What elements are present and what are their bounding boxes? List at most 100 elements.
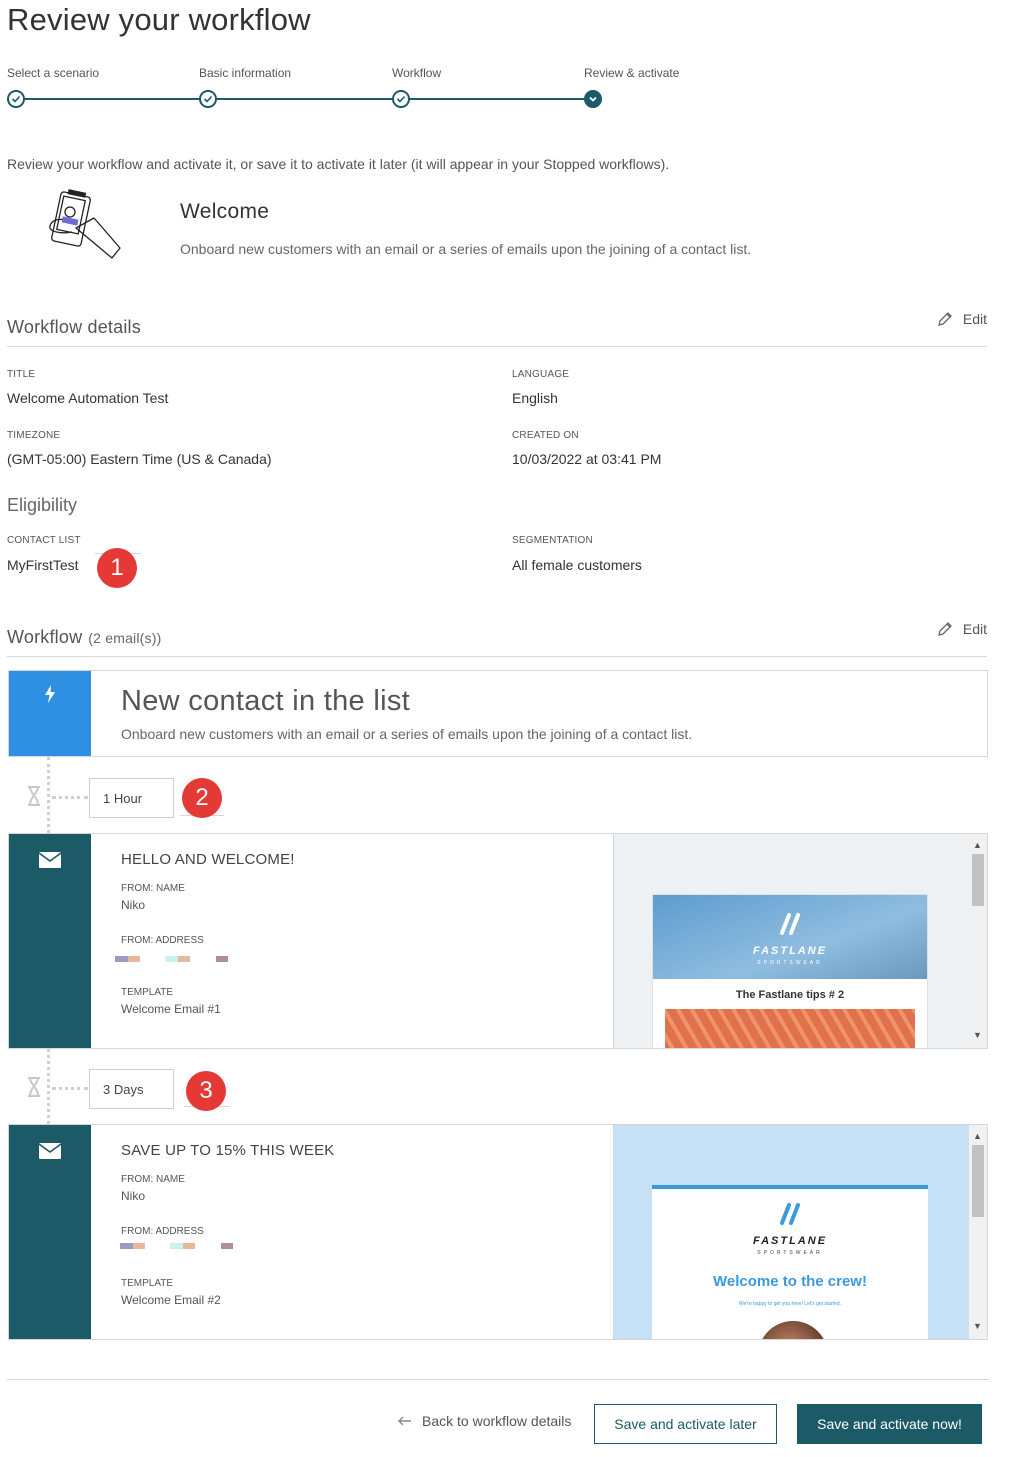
contact-list-value: MyFirstTest [7,557,79,573]
annotation-badge-1: 1 [97,548,137,588]
flow-connector [47,1049,50,1124]
preview-frame: FASTLANE SPORTSWEAR The Fastlane tips # … [652,894,928,1048]
save-activate-now-button[interactable]: Save and activate now! [797,1404,982,1444]
edit-workflow-label: Edit [962,621,987,637]
template-value: Welcome Email #1 [121,1002,221,1016]
title-value: Welcome Automation Test [7,390,169,406]
step-done-check-icon[interactable] [392,90,410,108]
delay-connector-dots [52,796,88,799]
trigger-title: New contact in the list [121,685,410,717]
edit-details-label: Edit [962,311,987,327]
scroll-thumb[interactable] [972,854,984,906]
workflow-title: Workflow (2 email(s)) [7,627,161,648]
from-name-label: FROM: NAME [121,883,185,894]
from-address-redacted [120,1243,233,1249]
workflow-details-header: Workflow details Edit [7,311,987,347]
scroll-thumb[interactable] [972,1145,984,1217]
scenario-description: Onboard new customers with an email or a… [180,241,752,257]
lightning-bolt-icon [45,685,55,703]
edit-details-button[interactable]: Edit [937,311,987,327]
email-preview-1[interactable]: FASTLANE SPORTSWEAR The Fastlane tips # … [613,834,987,1048]
save-activate-later-button[interactable]: Save and activate later [594,1404,777,1444]
timezone-value: (GMT-05:00) Eastern Time (US & Canada) [7,451,272,467]
fastlane-logo-icon [780,1203,800,1225]
progress-stepper: Select a scenario Basic information Work… [0,66,700,116]
arrow-left-icon [398,1416,411,1426]
from-name-label: FROM: NAME [121,1174,185,1185]
envelope-icon [39,1143,61,1159]
trigger-card[interactable]: New contact in the list Onboard new cust… [8,670,988,757]
delay-connector-dots [52,1087,88,1090]
email-subject: SAVE UP TO 15% THIS WEEK [121,1142,335,1159]
scroll-up-arrow-icon[interactable]: ▲ [973,1131,982,1141]
step-label-basic-information: Basic information [199,66,292,80]
trigger-description: Onboard new customers with an email or a… [121,726,693,742]
step-label-workflow: Workflow [392,66,442,80]
title-label: TITLE [7,369,36,380]
workflow-details-title: Workflow details [7,317,141,337]
email-preview-2[interactable]: FASTLANE SPORTSWEAR Welcome to the crew!… [613,1125,987,1339]
eligibility-title: Eligibility [7,495,78,515]
delay-1-hour[interactable]: 1 Hour [89,778,174,818]
email-subject: HELLO AND WELCOME! [121,851,295,868]
footer-divider [7,1379,989,1380]
step-label-review-activate: Review & activate [584,66,680,80]
scenario-title: Welcome [180,200,270,223]
segmentation-value: All female customers [512,557,642,573]
email-card-1[interactable]: HELLO AND WELCOME! FROM: NAME Niko FROM:… [8,833,988,1049]
scroll-up-arrow-icon[interactable]: ▲ [973,840,982,850]
pencil-icon [937,312,952,326]
preview-frame: FASTLANE SPORTSWEAR Welcome to the crew!… [652,1185,928,1339]
workflow-email-count: (2 email(s)) [88,630,162,646]
email-side-bar [9,1125,91,1339]
step-done-check-icon[interactable] [199,90,217,108]
step-done-check-icon[interactable] [7,90,25,108]
delay-3-days[interactable]: 3 Days [89,1069,174,1109]
preview-avatar-photo [758,1321,828,1339]
from-address-label: FROM: ADDRESS [121,935,204,946]
created-on-label: CREATED ON [512,430,579,441]
back-link-label: Back to workflow details [422,1413,572,1429]
stepper-track [16,98,594,100]
language-label: LANGUAGE [512,369,570,380]
page-title: Review your workflow [7,2,311,37]
envelope-icon [39,852,61,868]
created-on-value: 10/03/2022 at 03:41 PM [512,451,662,467]
edit-workflow-button[interactable]: Edit [937,621,987,637]
scroll-down-arrow-icon[interactable]: ▼ [973,1030,982,1040]
template-value: Welcome Email #2 [121,1293,221,1307]
segmentation-label: SEGMENTATION [512,535,593,546]
preview-track-image [665,1009,915,1048]
fastlane-logo-icon [780,913,800,935]
hourglass-icon [28,786,40,806]
step-active-chevron-down-icon[interactable] [584,90,602,108]
from-address-label: FROM: ADDRESS [121,1226,204,1237]
annotation-badge-2: 2 [182,778,222,818]
back-to-details-link[interactable]: Back to workflow details [398,1413,571,1429]
preview-subline: We're happy to get you here! Let's get s… [738,1301,842,1307]
intro-text: Review your workflow and activate it, or… [7,156,670,172]
contact-list-label: CONTACT LIST [7,535,81,546]
from-address-redacted [115,956,228,962]
from-name-value: Niko [121,898,146,912]
preview-brand-sub: SPORTSWEAR [757,960,823,966]
trigger-side-bar [9,671,91,756]
email-card-2[interactable]: SAVE UP TO 15% THIS WEEK FROM: NAME Niko… [8,1124,988,1340]
scroll-down-arrow-icon[interactable]: ▼ [973,1321,982,1331]
language-value: English [512,390,558,406]
email-side-bar [9,834,91,1048]
preview-hero-image: FASTLANE SPORTSWEAR [653,895,927,979]
preview-brand-sub: SPORTSWEAR [757,1250,823,1256]
preview-brand: FASTLANE [752,1235,828,1247]
preview-headline: Welcome to the crew! [713,1273,867,1290]
template-label: TEMPLATE [121,1278,174,1289]
template-label: TEMPLATE [121,987,174,998]
from-name-value: Niko [121,1189,146,1203]
workflow-title-text: Workflow [7,627,83,647]
flow-connector [47,757,50,833]
workflow-header: Workflow (2 email(s)) Edit [7,621,987,657]
pencil-icon [937,622,952,636]
preview-scrollbar[interactable]: ▲ ▼ [969,1125,987,1339]
preview-scrollbar[interactable]: ▲ ▼ [969,834,987,1048]
step-label-select-scenario: Select a scenario [7,66,100,80]
